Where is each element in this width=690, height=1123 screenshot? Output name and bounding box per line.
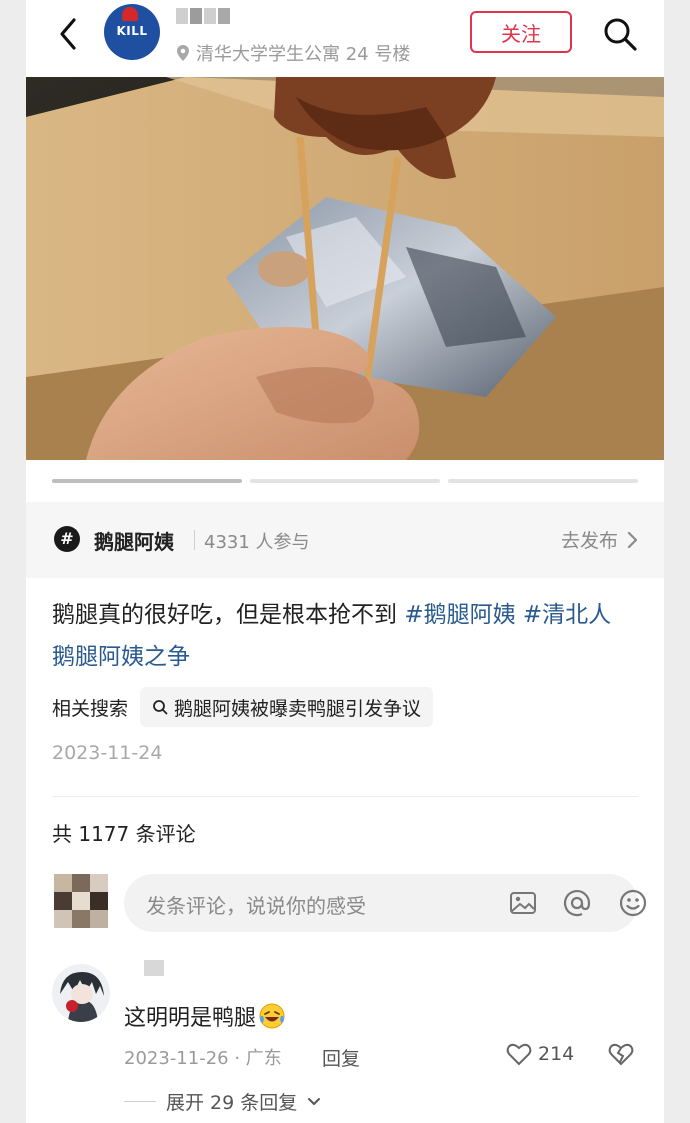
topic-divider — [194, 530, 195, 550]
post-caption: 鹅腿真的很好吃，但是根本抢不到 #鹅腿阿姨 #清北人鹅腿阿姨之争 — [52, 594, 632, 678]
top-bar: KILL 清华大学学生公寓 24 号楼 关注 — [26, 0, 664, 76]
reply-button[interactable]: 回复 — [322, 1044, 360, 1071]
hashtag-link[interactable]: #鹅腿阿姨 — [404, 602, 515, 628]
video-frame — [26, 77, 664, 460]
like-button[interactable]: 214 — [506, 1042, 574, 1066]
expand-line — [124, 1101, 156, 1102]
go-publish-button[interactable]: 去发布 — [561, 526, 638, 553]
like-count: 214 — [538, 1043, 575, 1065]
search-icon — [604, 18, 637, 51]
location-text: 清华大学学生公寓 24 号楼 — [196, 44, 411, 65]
screen-border-left — [0, 0, 26, 1123]
back-button[interactable] — [54, 16, 84, 52]
search-icon — [153, 700, 168, 715]
progress-segment — [52, 479, 242, 483]
related-search: 相关搜索 鹅腿阿姨被曝卖鸭腿引发争议 — [52, 686, 434, 728]
chevron-down-icon — [308, 1097, 321, 1105]
caption-text: 鹅腿真的很好吃，但是根本抢不到 — [52, 602, 405, 628]
location-tag[interactable]: 清华大学学生公寓 24 号楼 — [176, 40, 410, 66]
dislike-button[interactable] — [608, 1042, 634, 1070]
my-avatar-censored — [54, 874, 108, 928]
post-date: 2023-11-24 — [52, 742, 163, 764]
commenter-name-censored[interactable] — [144, 960, 164, 976]
comment-text: 这明明是鸭腿 — [124, 1006, 257, 1031]
expand-replies-label: 展开 29 条回复 — [166, 1092, 298, 1114]
comment-meta: 2023-11-26 · 广东 — [124, 1048, 282, 1069]
topic-bar[interactable]: # 鹅腿阿姨 4331 人参与 去发布 — [26, 502, 664, 578]
image-icon[interactable] — [508, 888, 538, 918]
avatar-logo-text: KILL — [116, 24, 148, 38]
screen-border-right — [664, 0, 690, 1123]
emoji-icon[interactable] — [618, 888, 648, 918]
laughing-crying-emoji-icon — [259, 1003, 285, 1029]
progress-segment — [448, 479, 638, 483]
anime-avatar-image — [60, 972, 104, 1022]
related-search-chip[interactable]: 鹅腿阿姨被曝卖鸭腿引发争议 — [140, 687, 434, 727]
author-name-censored[interactable] — [176, 8, 244, 26]
post-detail-page: KILL 清华大学学生公寓 24 号楼 关注 # 鹅腿阿姨 4331 人参与 去… — [26, 0, 664, 1123]
hashtag-icon: # — [54, 526, 80, 552]
progress-segment — [250, 479, 440, 483]
location-pin-icon — [177, 45, 189, 61]
go-publish-label: 去发布 — [560, 530, 618, 552]
video-segment-progress — [52, 479, 638, 483]
expand-replies-button[interactable]: 展开 29 条回复 — [124, 1088, 321, 1115]
commenter-avatar[interactable] — [52, 964, 110, 1022]
santa-hat-decoration — [122, 7, 138, 21]
at-mention-icon[interactable] — [562, 888, 592, 918]
chevron-right-icon — [627, 531, 638, 548]
topic-participants: 4331 人参与 — [204, 532, 310, 553]
search-button[interactable] — [602, 16, 638, 52]
heart-outline-icon — [506, 1043, 532, 1066]
chevron-left-icon — [60, 18, 76, 50]
follow-button[interactable]: 关注 — [470, 11, 572, 53]
related-search-label: 相关搜索 — [52, 697, 129, 720]
comment-body: 这明明是鸭腿 — [124, 1000, 286, 1032]
related-search-query: 鹅腿阿姨被曝卖鸭腿引发争议 — [174, 697, 422, 720]
comment-input-placeholder: 发条评论，说说你的感受 — [146, 894, 366, 918]
comment-count: 共 1177 条评论 — [52, 822, 196, 846]
author-avatar[interactable]: KILL — [104, 4, 160, 60]
video-player[interactable] — [26, 77, 664, 460]
broken-heart-icon — [608, 1043, 634, 1066]
section-divider — [52, 796, 638, 797]
topic-name: 鹅腿阿姨 — [94, 530, 174, 554]
comment-input[interactable]: 发条评论，说说你的感受 — [124, 874, 647, 932]
